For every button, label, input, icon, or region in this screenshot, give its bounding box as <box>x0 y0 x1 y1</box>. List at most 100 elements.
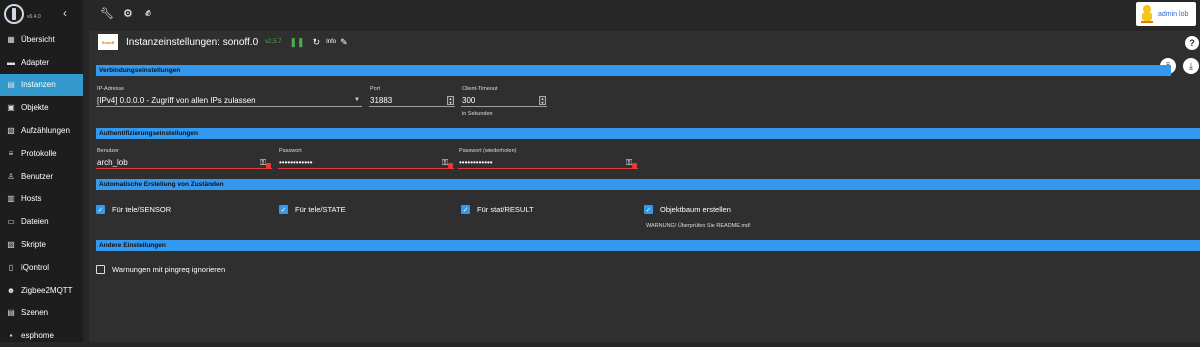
sidebar-item-label: Hosts <box>21 194 42 204</box>
hosts-icon: ▥ <box>7 194 15 204</box>
pause-icon[interactable]: ❚❚ <box>290 37 305 48</box>
auto-state-label: Für stat/RESULT <box>477 205 534 214</box>
sidebar-item-label: Adapter <box>21 57 50 67</box>
sidebar-item-instanzen[interactable]: ▤ Instanzen <box>0 73 83 97</box>
password-field[interactable]: •••••••••••• ⚿ <box>278 157 454 169</box>
enums-icon: ▧ <box>7 126 15 136</box>
info-link[interactable]: Info <box>326 39 336 45</box>
store-icon: ▬ <box>7 57 15 67</box>
zigbee-icon: ☻ <box>6 285 16 295</box>
key-icon: ⚿ <box>442 157 453 168</box>
iqontrol-icon: ▯ <box>8 262 14 272</box>
settings-gear-icon[interactable]: ⚙ <box>123 7 133 20</box>
checkbox-checked-icon[interactable]: ✓ <box>644 205 653 214</box>
password-repeat-label: Passwort (wiederholen) <box>459 148 517 154</box>
port-label: Port <box>370 86 381 92</box>
section-auth: Authentifizierungseinstellungen <box>96 128 1200 139</box>
sidebar-item-esphome[interactable]: ▪ esphome <box>0 324 83 347</box>
sidebar-item-label: Dateien <box>21 217 49 227</box>
user-label: Benutzer <box>97 148 120 154</box>
sidebar-item-objekte[interactable]: ▣ Objekte <box>0 96 83 119</box>
section-auto-states: Automatische Erstellung von Zuständen <box>96 179 1200 190</box>
sidebar-item-label: Aufzählungen <box>21 126 70 136</box>
sidebar-item-label: Übersicht <box>21 34 55 44</box>
checkbox-checked-icon[interactable]: ✓ <box>96 205 105 214</box>
key-icon: ⚿ <box>260 157 271 168</box>
files-icon: ▭ <box>7 217 15 227</box>
sidebar-item-iqontrol[interactable]: ▯ iQontrol <box>0 256 83 279</box>
sidebar-item-aufz-hlungen[interactable]: ▧ Aufzählungen <box>0 119 83 142</box>
sidebar-item-szenen[interactable]: ▤ Szenen <box>0 302 83 325</box>
section-other: Andere Einstellungen <box>96 240 1200 251</box>
sidebar-item-label: Instanzen <box>21 80 56 90</box>
instances-icon: ▤ <box>7 80 15 90</box>
iobroker-logo[interactable] <box>4 4 24 24</box>
help-button[interactable]: ? <box>1185 36 1199 50</box>
ip-select[interactable]: [IPv4] 0.0.0.0 - Zugriff von allen IPs z… <box>96 95 362 107</box>
auto-state-label: Objektbaum erstellen <box>660 205 731 214</box>
scripts-icon: ▨ <box>7 240 15 250</box>
spinner-icon[interactable]: ▴ ▾ <box>447 96 454 105</box>
sidebar-item-adapter[interactable]: ▬ Adapter <box>0 51 83 74</box>
reload-icon[interactable]: ↻ <box>313 37 321 48</box>
sidebar-item-label: esphome <box>21 331 54 341</box>
checkbox-checked-icon[interactable]: ✓ <box>461 205 470 214</box>
logs-icon: ≡ <box>8 148 14 158</box>
ignore-pingreq-checkbox[interactable]: Warnungen mit pingreq ignorieren <box>96 265 225 274</box>
auto-state-label: Für tele/STATE <box>295 205 346 214</box>
objects-icon: ▣ <box>7 103 15 113</box>
timeout-input[interactable]: 300 ▴ ▾ <box>461 95 547 107</box>
readme-warning: WARNUNG! Überprüfen Sie README.md! <box>646 223 751 229</box>
sidebar-item-label: iQontrol <box>21 262 50 272</box>
app-version: v6.4.0 <box>27 14 41 20</box>
adapter-version: v2.5.7 <box>265 39 282 45</box>
section-connection: Verbindungseinstellungen <box>96 65 1171 76</box>
chevron-down-icon: ▼ <box>354 97 360 103</box>
fist-icon[interactable]: ✊︎ <box>145 7 151 20</box>
username-field[interactable]: arch_lob ⚿ <box>96 157 272 169</box>
logo-area: v6.4.0 ‹ <box>0 0 83 28</box>
auto-state-checkbox[interactable]: ✓ Für stat/RESULT <box>461 205 534 214</box>
sidebar-item-label: Benutzer <box>21 171 54 181</box>
user-icon: ♙ <box>7 171 15 181</box>
adapter-logo: Sonoff <box>98 34 118 50</box>
sidebar-item-label: Skripte <box>21 240 46 250</box>
auto-state-label: Für tele/SENSOR <box>112 205 172 214</box>
sidebar-item-benutzer[interactable]: ♙ Benutzer <box>0 165 83 188</box>
scenes-icon: ▤ <box>7 308 15 318</box>
esphome-icon: ▪ <box>9 331 13 341</box>
sidebar-item-label: Szenen <box>21 308 49 318</box>
download-button[interactable]: ⤓ <box>1183 58 1199 74</box>
sidebar-item-hosts[interactable]: ▥ Hosts <box>0 188 83 211</box>
auto-state-checkbox[interactable]: ✓ Für tele/SENSOR <box>96 205 171 214</box>
sidebar: v6.4.0 ‹ ▦ Übersicht ▬ Adapter ▤ Instanzen ▣ Ob… <box>0 0 83 342</box>
ip-label: IP-Adresse <box>97 86 125 92</box>
ignore-pingreq-label: Warnungen mit pingreq ignorieren <box>112 265 226 274</box>
user-name: admin lob <box>1158 10 1189 18</box>
edit-pencil-icon[interactable]: ✎ <box>340 37 348 48</box>
port-input[interactable]: 31883 ▴ ▾ <box>369 95 455 107</box>
auto-state-checkbox[interactable]: ✓ Objektbaum erstellen <box>644 205 731 214</box>
sidebar-item-zigbee2mqtt[interactable]: ☻ Zigbee2MQTT <box>0 279 83 302</box>
instance-settings-panel: Sonoff Instanzeinstellungen: sonoff.0 v2… <box>89 31 1200 342</box>
spinner-icon[interactable]: ▴ ▾ <box>539 96 546 105</box>
user-badge[interactable]: admin lob <box>1136 2 1196 26</box>
password-repeat-field[interactable]: •••••••••••• ⚿ <box>458 157 638 169</box>
sidebar-item-skripte[interactable]: ▨ Skripte <box>0 233 83 256</box>
chevron-left-icon[interactable]: ‹ <box>63 6 67 20</box>
grid-icon: ▦ <box>7 34 15 44</box>
wrench-icon[interactable]: 🔧︎ <box>100 7 114 20</box>
topbar: 🔧︎ ⚙ ✊︎ admin lob <box>83 0 1200 28</box>
page-title: Instanzeinstellungen: sonoff.0 <box>126 36 259 48</box>
sidebar-item-protokolle[interactable]: ≡ Protokolle <box>0 142 83 165</box>
auto-state-checkbox[interactable]: ✓ Für tele/STATE <box>279 205 346 214</box>
sidebar-item-dateien[interactable]: ▭ Dateien <box>0 210 83 233</box>
checkbox-checked-icon[interactable]: ✓ <box>279 205 288 214</box>
nav-list: ▦ Übersicht ▬ Adapter ▤ Instanzen ▣ Objekte ▧ Auf… <box>0 28 83 347</box>
sidebar-item-label: Objekte <box>21 103 49 113</box>
sidebar-item-label: Protokolle <box>21 148 57 158</box>
checkbox-unchecked-icon[interactable] <box>96 265 105 274</box>
key-icon: ⚿ <box>626 157 637 168</box>
timeout-unit: in Sekunden <box>462 111 493 117</box>
sidebar-item--bersicht[interactable]: ▦ Übersicht <box>0 28 83 51</box>
